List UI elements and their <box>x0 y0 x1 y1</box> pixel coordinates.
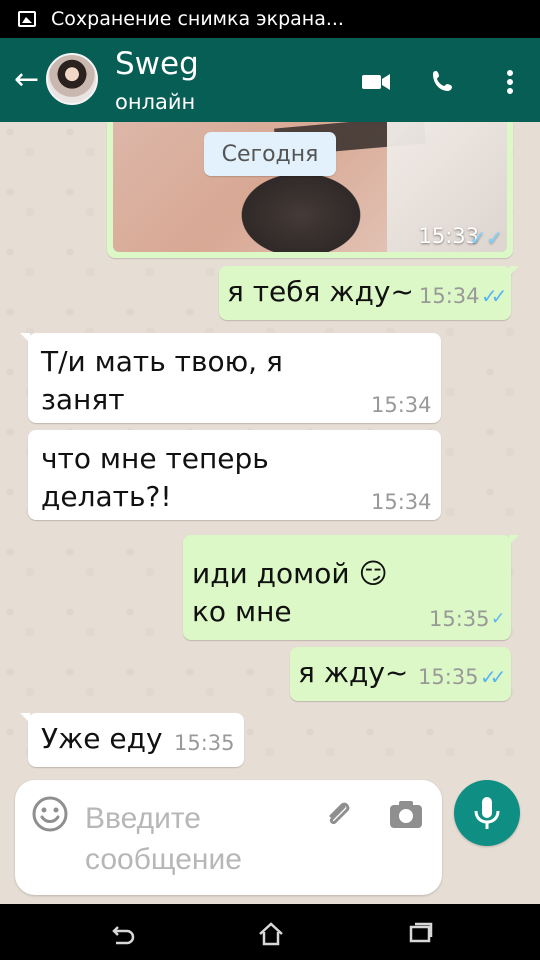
read-checkmarks-icon: ✓✓ <box>469 226 503 250</box>
more-options-icon[interactable] <box>494 66 526 98</box>
read-checkmarks-icon: ✓✓ <box>481 284 507 308</box>
message-time: 15:34 <box>371 393 432 417</box>
message-bubble-outgoing[interactable]: я жду~ 15:35 ✓✓ <box>290 647 511 701</box>
message-time: 15:34 <box>371 490 432 514</box>
microphone-icon <box>474 797 500 829</box>
camera-icon[interactable] <box>387 796 425 834</box>
system-back-icon[interactable] <box>106 919 136 949</box>
message-time: 15:35 <box>174 731 235 755</box>
chat-header: ← Sweg онлайн <box>0 38 540 122</box>
emoji-icon[interactable] <box>31 795 69 833</box>
system-navigation-bar <box>0 904 540 960</box>
contact-avatar[interactable] <box>46 53 98 105</box>
system-recents-icon[interactable] <box>406 919 436 949</box>
message-text: я тебя жду~ <box>227 275 414 308</box>
contact-name[interactable]: Sweg <box>115 46 199 82</box>
status-bar-text: Сохранение снимка экрана... <box>51 8 344 30</box>
status-bar: Сохранение снимка экрана... <box>0 0 540 38</box>
message-text: Т/и мать твою, я занят <box>41 345 283 416</box>
message-bubble-incoming[interactable]: что мне теперь делать?! 15:34 <box>28 430 441 520</box>
sent-checkmark-icon: ✓ <box>491 609 506 629</box>
back-arrow-icon[interactable]: ← <box>14 65 39 95</box>
system-home-icon[interactable] <box>256 919 286 949</box>
message-input[interactable] <box>83 796 302 880</box>
message-text: я жду~ <box>298 656 409 689</box>
date-separator: Сегодня <box>204 132 336 176</box>
attachment-icon[interactable] <box>320 796 358 834</box>
message-text: что мне теперь делать?! <box>41 442 269 513</box>
phone-icon[interactable] <box>428 66 460 98</box>
message-time: 15:35 <box>429 607 490 631</box>
message-bubble-incoming[interactable]: Т/и мать твою, я занят 15:34 <box>20 333 441 423</box>
contact-status: онлайн <box>115 90 196 114</box>
message-text: Уже еду <box>41 722 163 755</box>
screenshot-notification-icon <box>18 11 36 27</box>
message-bubble-incoming[interactable]: Уже еду 15:35 <box>20 713 244 767</box>
message-time: 15:35 <box>418 665 479 689</box>
message-bubble-outgoing[interactable]: я тебя жду~ 15:34 ✓✓ <box>219 266 519 320</box>
read-checkmarks-icon: ✓✓ <box>480 665 506 689</box>
message-bubble-outgoing[interactable]: иди домой 😏 ко мне 15:35 ✓ <box>183 535 519 640</box>
microphone-button[interactable] <box>454 780 520 846</box>
chat-area[interactable]: 15:33 ✓✓ Сегодня я тебя жду~ 15:34 ✓✓ Т/… <box>0 122 540 782</box>
message-text: иди домой 😏 ко мне <box>192 557 388 628</box>
message-time: 15:34 <box>419 284 480 308</box>
video-call-icon[interactable] <box>360 66 392 98</box>
message-composer[interactable] <box>15 780 442 895</box>
